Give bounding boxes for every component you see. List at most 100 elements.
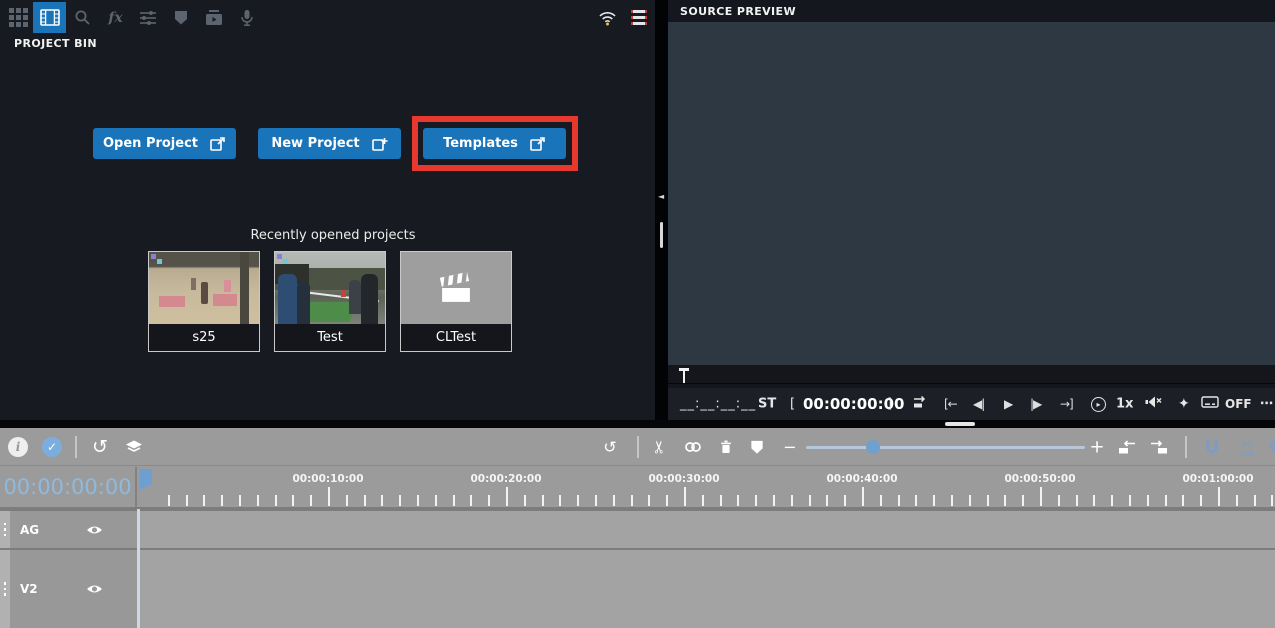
goto-out-icon[interactable]: →]: [1060, 397, 1074, 411]
cut-scissors-icon[interactable]: ✂: [650, 437, 670, 457]
play-icon[interactable]: ▶: [1004, 397, 1013, 411]
divider-drag-handle[interactable]: [660, 222, 663, 248]
playback-speed-icon[interactable]: ▸: [1091, 396, 1106, 412]
thumb-detail: [213, 294, 237, 306]
menu-bar: [631, 22, 647, 25]
timeline-tracks: AG V2: [0, 509, 1275, 628]
eye-glyph: [87, 585, 102, 593]
clipped-edge-icon[interactable]: ✥: [1268, 436, 1275, 458]
layers-icon[interactable]: [125, 439, 143, 454]
mark-in-bracket[interactable]: [: [790, 397, 795, 412]
toolbar-divider: [75, 436, 77, 458]
step-back-icon[interactable]: ◀|: [973, 397, 985, 411]
track-drag-handle[interactable]: [0, 511, 10, 548]
effects-fx-icon[interactable]: fx: [99, 2, 132, 33]
zoom-out-icon[interactable]: −: [783, 437, 796, 456]
open-project-button[interactable]: Open Project: [93, 128, 236, 159]
microphone-icon[interactable]: [230, 2, 263, 33]
project-card-s25[interactable]: s25: [148, 251, 260, 352]
tune-glyph: [139, 10, 156, 25]
horizontal-divider: [0, 420, 1275, 428]
link-glyph: [685, 441, 701, 452]
project-card-test[interactable]: Test: [274, 251, 386, 352]
apps-grid-glyph: [9, 8, 28, 27]
snap-frame-icon[interactable]: ✦: [1178, 396, 1190, 412]
overlay-display-icon[interactable]: [1201, 396, 1219, 413]
insert-right-icon[interactable]: [1149, 439, 1169, 454]
zoom-slider-thumb[interactable]: [866, 439, 880, 454]
track-header: AG: [0, 511, 137, 548]
trash-glyph: [721, 440, 731, 453]
mark-out-bracket[interactable]: ]: [887, 397, 892, 412]
overlay-state[interactable]: OFF: [1225, 397, 1252, 411]
track-lane[interactable]: [140, 511, 1275, 548]
preview-timecode[interactable]: 00:00:00:00: [803, 395, 905, 413]
goto-in-icon[interactable]: [←: [944, 397, 958, 411]
timeline-playhead[interactable]: [140, 469, 152, 490]
timeline-panel: i ✓ ↺ ↺ ✂ − + ✂ ✥ 00:00:00:00 00:00:10:0…: [0, 428, 1275, 628]
overlay-glyph: [1201, 396, 1219, 408]
collapse-left-icon[interactable]: ◄: [658, 192, 664, 201]
ruler-label: 00:01:00:00: [1182, 473, 1254, 485]
razor-cut-icon[interactable]: ✂: [1241, 438, 1253, 455]
track-lane[interactable]: [140, 550, 1275, 628]
ruler-label: 00:00:50:00: [1004, 473, 1076, 485]
ruler-label: 00:00:40:00: [826, 473, 898, 485]
track-row-ag: AG: [0, 509, 1275, 548]
speed-play-glyph: ▸: [1096, 400, 1101, 409]
thumb-detail: [201, 282, 208, 304]
step-forward-icon[interactable]: |▶: [1030, 397, 1042, 411]
apps-grid-icon[interactable]: [2, 2, 35, 33]
undo-icon[interactable]: ↺: [92, 436, 108, 458]
source-preview-panel: SOURCE PREVIEW __:__:__:__ ST [ 00:00:00…: [668, 0, 1275, 420]
drag-dot: [3, 593, 7, 596]
drag-dot: [3, 582, 7, 585]
wifi-status-icon: [591, 2, 624, 33]
toolbar-divider: [637, 436, 639, 458]
speed-value[interactable]: 1x: [1116, 397, 1133, 412]
recent-projects-heading: Recently opened projects: [250, 228, 416, 243]
shield-icon[interactable]: [164, 2, 197, 33]
thumb-detail: [277, 254, 282, 259]
zoom-in-icon[interactable]: +: [1089, 436, 1104, 457]
source-timecode-placeholder[interactable]: __:__:__:__: [680, 397, 756, 412]
st-toggle[interactable]: ST: [758, 397, 776, 412]
horizontal-drag-handle[interactable]: [945, 422, 975, 426]
send-to-timeline-icon[interactable]: [911, 395, 928, 413]
check-circle: ✓: [42, 436, 62, 457]
link-icon[interactable]: [684, 439, 703, 455]
project-bin-tab-icon[interactable]: [33, 2, 66, 33]
track-drag-handle[interactable]: [0, 550, 10, 628]
preview-scrub-bar[interactable]: [668, 365, 1275, 388]
edge-glyph: ✥: [1268, 437, 1275, 455]
mute-icon[interactable]: [1145, 396, 1163, 413]
project-bin-panel: fx PROJECT BIN Open Project New Project …: [0, 0, 655, 420]
tune-sliders-icon[interactable]: [131, 2, 164, 33]
marker-flag-icon[interactable]: [750, 439, 765, 455]
project-card-cltest[interactable]: CLTest: [400, 251, 512, 352]
timeline-zoom-slider[interactable]: [806, 439, 1085, 454]
history-icon[interactable]: ↺: [603, 437, 616, 456]
templates-label: Templates: [443, 136, 518, 151]
menu-icon[interactable]: [631, 10, 647, 25]
preview-playhead[interactable]: [679, 368, 689, 384]
info-icon[interactable]: i: [8, 436, 28, 457]
thumb-detail: [191, 278, 196, 290]
track-visibility-eye-icon[interactable]: [86, 580, 103, 599]
ruler-label: 00:00:30:00: [648, 473, 720, 485]
media-box-icon[interactable]: [197, 2, 230, 33]
track-header-separator-line: [137, 509, 140, 628]
insert-left-icon[interactable]: [1117, 439, 1137, 454]
new-project-button[interactable]: New Project: [258, 128, 401, 159]
search-icon[interactable]: [66, 2, 99, 33]
snap-magnet-icon[interactable]: [1203, 438, 1221, 456]
track-header: V2: [0, 550, 137, 628]
track-visibility-eye-icon[interactable]: [86, 520, 103, 539]
approve-check-icon[interactable]: ✓: [42, 436, 62, 457]
templates-button[interactable]: Templates: [423, 128, 566, 159]
track-row-v2: V2: [0, 548, 1275, 628]
delete-trash-icon[interactable]: [718, 438, 734, 455]
zoom-slider-track[interactable]: [806, 445, 1085, 449]
more-options-icon[interactable]: ⋯: [1260, 397, 1273, 412]
timeline-ruler[interactable]: 00:00:10:00 00:00:20:00 00:00:30:00 00:0…: [140, 467, 1275, 507]
